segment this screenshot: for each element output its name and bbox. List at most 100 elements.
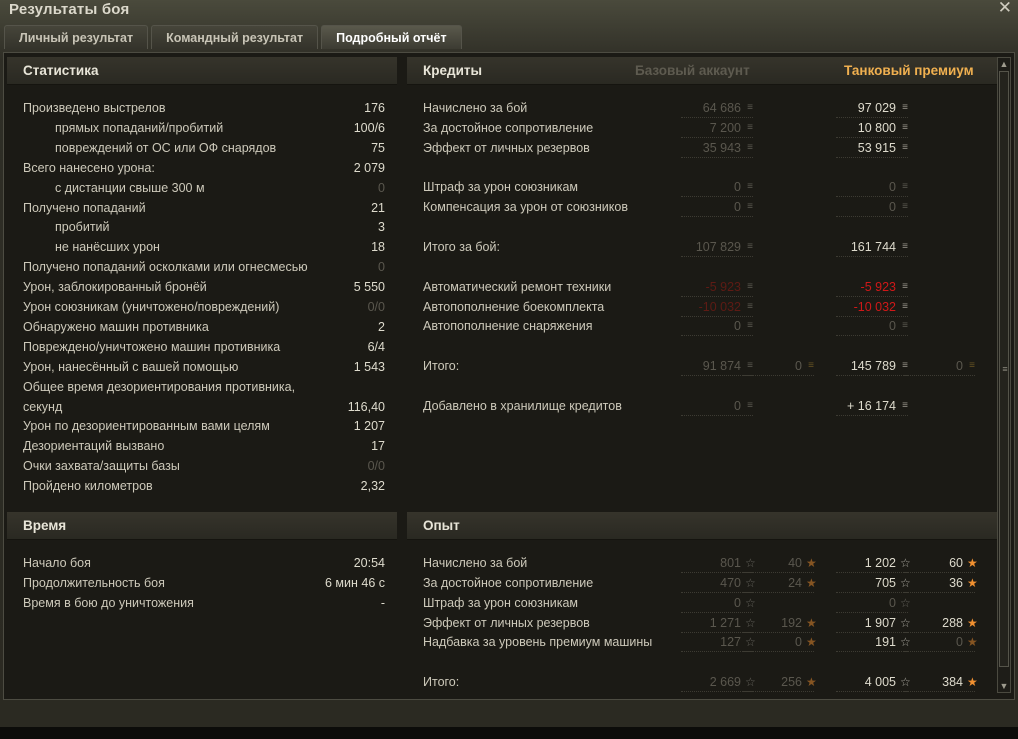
- row-label: Начислено за бой: [423, 556, 528, 570]
- list-item: Надбавка за уровень премиум машины 127 ☆ 0 ★…: [407, 633, 997, 653]
- stat-row: Начало боя 20:54: [7, 554, 397, 574]
- row-value: 0: [378, 260, 385, 275]
- premium-value: 10 800: [857, 120, 896, 135]
- tab-0[interactable]: Личный результат: [4, 25, 149, 49]
- tab-2[interactable]: Подробный отчёт: [321, 25, 462, 49]
- list-item: Итого: 2 669 ☆ 256 ★ 4 005 ☆ 384 ★: [407, 673, 997, 693]
- premium-value: 145 789: [850, 359, 896, 374]
- row-label: Урон, нанесённый с вашей помощью: [23, 359, 239, 374]
- free-experience-star-icon: ★: [967, 635, 978, 650]
- row-value: 18: [371, 240, 385, 255]
- dotted-separator: [681, 414, 753, 416]
- stat-row: Обнаружено машин противника 2: [7, 318, 397, 338]
- row-label: Итого:: [423, 359, 460, 374]
- gold-coin-icon: ≡: [969, 360, 975, 372]
- experience-star-icon: ☆: [900, 615, 911, 630]
- close-icon[interactable]: ✕: [998, 0, 1012, 18]
- experience-star-icon: ☆: [745, 575, 756, 590]
- dotted-separator: [836, 572, 908, 573]
- dotted-separator: [681, 295, 753, 297]
- dotted-separator: [681, 255, 753, 257]
- row-label: Получено попаданий: [23, 200, 146, 215]
- dotted-separator: [836, 156, 908, 158]
- row-label: Начислено за бой: [423, 101, 528, 115]
- stat-row: Повреждено/уничтожено машин противника 6/…: [7, 338, 397, 358]
- experience-star-icon: ☆: [900, 556, 911, 570]
- dotted-separator: [903, 631, 975, 633]
- premium-value: 0: [889, 595, 896, 610]
- dotted-separator: [836, 691, 908, 693]
- base-value: 0: [734, 319, 741, 334]
- row-label: Очки захвата/защиты базы: [23, 459, 180, 474]
- stat-row: Очки захвата/защиты базы 0/0: [7, 457, 397, 477]
- premium-value: 705: [875, 575, 896, 590]
- credits-coin-icon: ≡: [902, 121, 908, 133]
- row-value: 2 079: [353, 160, 385, 175]
- base-value: 1 271: [709, 615, 741, 630]
- scroll-up-icon[interactable]: ▲: [998, 58, 1010, 70]
- dotted-separator: [903, 375, 975, 377]
- row-label: Штраф за урон союзникам: [423, 595, 579, 610]
- list-item: Итого: 91 874 ≡ 0 ≡ 145 789 ≡ 0 ≡: [407, 357, 997, 377]
- row-label: с дистанции свыше 300 м: [55, 180, 205, 195]
- premium-value: 0: [889, 319, 896, 334]
- row-label: Обнаружено машин противника: [23, 319, 209, 334]
- list-item: Автопополнение снаряжения 0 ≡ 0 ≡: [407, 317, 997, 337]
- row-value: 2: [378, 319, 385, 334]
- dotted-separator: [836, 216, 908, 218]
- premium-value: 0: [889, 200, 896, 215]
- stat-row: Продолжительность боя 6 мин 46 с: [7, 574, 397, 594]
- list-item: За достойное сопротивление 470 ☆ 24 ★ 705 ☆ 36 ★: [407, 574, 997, 594]
- premium-account-header: Танковый премиум: [844, 63, 974, 78]
- credits-coin-icon: ≡: [902, 280, 908, 292]
- base-value: -10 032: [698, 299, 741, 314]
- list-item: Итого за бой: 107 829 ≡ 161 744 ≡: [407, 238, 997, 258]
- time-panel: Время Начало боя 20:54 Продолжительность б…: [7, 512, 397, 692]
- scrollbar-thumb[interactable]: ≡: [999, 71, 1009, 667]
- list-item: Штраф за урон союзникам 0 ☆ 0 ☆: [407, 594, 997, 614]
- premium-value: -10 032: [853, 299, 896, 314]
- credits-coin-icon: ≡: [747, 181, 753, 193]
- premium-value: 1 907: [864, 615, 896, 630]
- dotted-separator: [681, 216, 753, 218]
- credits-coin-icon: ≡: [747, 201, 753, 213]
- stat-row: Произведено выстрелов 176: [7, 99, 397, 119]
- row-value: 6 мин 46 с: [324, 575, 385, 590]
- row-value: 75: [371, 140, 385, 155]
- dotted-separator: [742, 572, 814, 573]
- premium-value: + 16 174: [846, 398, 896, 413]
- row-label: Штраф за урон союзникам: [423, 180, 579, 195]
- tab-1[interactable]: Командный результат: [151, 25, 319, 49]
- window-title: Результаты боя: [9, 1, 130, 18]
- experience-star-icon: ☆: [900, 575, 911, 590]
- stat-row: Урон союзникам (уничтожено/повреждений) 0…: [7, 298, 397, 318]
- row-label: секунд: [23, 399, 63, 414]
- dotted-separator: [836, 591, 908, 593]
- row-label: не нанёсших урон: [55, 240, 160, 255]
- dotted-separator: [681, 156, 753, 158]
- credits-title: Кредиты: [423, 63, 483, 78]
- dotted-separator: [903, 691, 975, 693]
- row-value: 5 550: [353, 280, 385, 295]
- scroll-down-icon[interactable]: ▼: [998, 680, 1010, 692]
- credits-coin-icon: ≡: [902, 102, 908, 113]
- row-value: 1 543: [353, 359, 385, 374]
- gold-coin-icon: ≡: [808, 360, 814, 372]
- row-label: повреждений от ОС или ОФ снарядов: [55, 140, 277, 155]
- bottom-bar: [0, 727, 1018, 739]
- credits-coin-icon: ≡: [747, 300, 753, 312]
- free-experience-star-icon: ★: [806, 635, 817, 650]
- scrollbar[interactable]: ▲ ≡ ▼: [997, 57, 1011, 693]
- credits-coin-icon: ≡: [747, 280, 753, 292]
- stat-row: Время в бою до уничтожения -: [7, 594, 397, 614]
- base-extra-value: 24: [788, 575, 802, 590]
- row-label: Эффект от личных резервов: [423, 140, 590, 155]
- free-experience-star-icon: ★: [967, 615, 978, 630]
- row-label: Пройдено километров: [23, 479, 153, 494]
- row-value: 20:54: [353, 556, 385, 570]
- base-value: 35 943: [702, 140, 741, 155]
- experience-star-icon: ☆: [745, 595, 756, 610]
- experience-star-icon: ☆: [745, 675, 756, 690]
- free-experience-star-icon: ★: [806, 675, 817, 690]
- base-value: 801: [720, 556, 741, 570]
